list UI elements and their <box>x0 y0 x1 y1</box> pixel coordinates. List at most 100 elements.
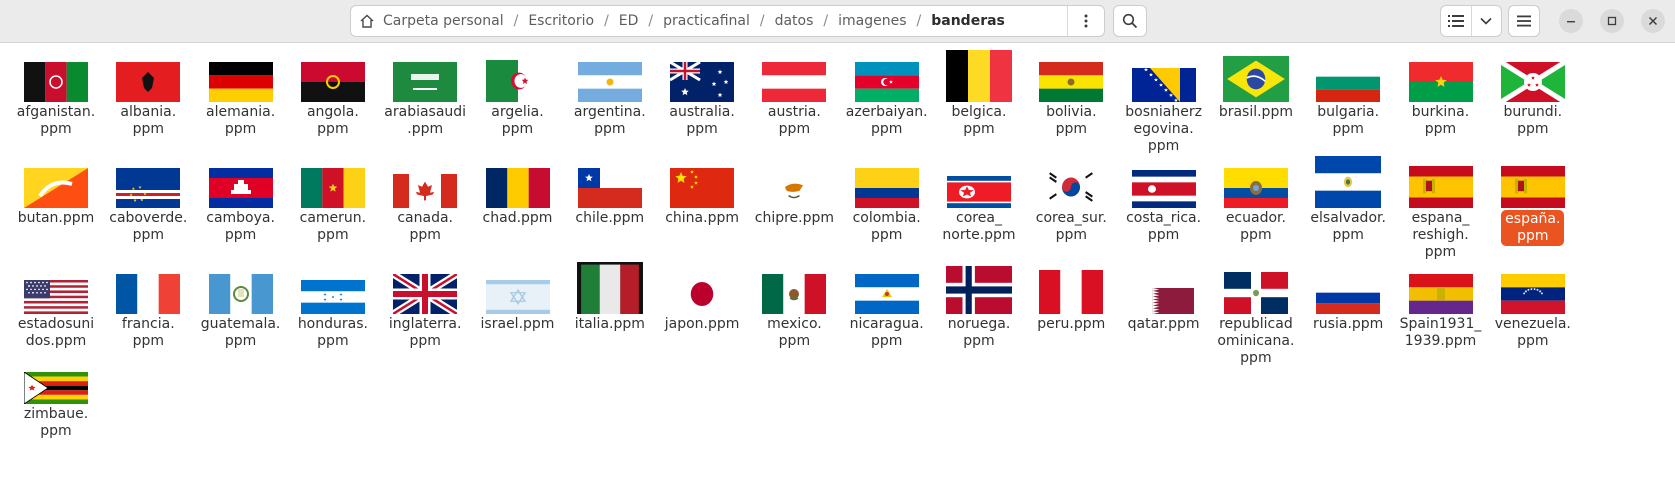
flag-thumbnail <box>376 46 474 102</box>
flag-thumbnail <box>1299 46 1397 102</box>
flag-image <box>670 168 735 208</box>
file-name-text: chad.ppm <box>482 210 553 226</box>
breadcrumb-imagenes[interactable]: imagenes <box>832 13 912 29</box>
file-name-text: albania. ppm <box>120 104 177 137</box>
flag-image <box>300 168 365 208</box>
flag-thumbnail <box>192 152 290 208</box>
file-name: Spain1931_ 1939.ppm <box>1392 316 1490 350</box>
flag-image <box>854 62 919 102</box>
file-name-text: republicad ominicana. ppm <box>1217 316 1295 366</box>
file-name: bosniaherz egovina. ppm <box>1115 104 1213 155</box>
flag-image <box>208 62 273 102</box>
file-name: arabiasaudi .ppm <box>376 104 474 138</box>
flag-thumbnail <box>745 152 843 208</box>
flag-image <box>393 274 458 314</box>
breadcrumb-separator: / <box>513 13 519 29</box>
flag-image <box>765 170 824 208</box>
flag-thumbnail <box>1484 258 1582 314</box>
file-name-text: venezuela. ppm <box>1494 316 1571 349</box>
file-name-text: peru.ppm <box>1037 316 1106 332</box>
flag-thumbnail <box>653 258 751 314</box>
file-name: ecuador. ppm <box>1207 210 1305 244</box>
file-name: honduras. ppm <box>284 316 382 350</box>
flag-thumbnail <box>1392 152 1490 208</box>
flag-thumbnail <box>469 258 567 314</box>
file-name-text: elsalvador. ppm <box>1310 210 1386 243</box>
file-name-text: noruega. ppm <box>947 316 1011 349</box>
file-name: butan.ppm <box>7 210 105 227</box>
minimize-button[interactable] <box>1559 9 1583 33</box>
breadcrumb-ed[interactable]: ED <box>613 13 645 29</box>
main-menu-button[interactable] <box>1508 5 1540 37</box>
breadcrumb-banderas[interactable]: banderas <box>925 13 1011 29</box>
flag-image <box>1500 274 1565 314</box>
path-bar[interactable]: Carpeta personal / Escritorio / ED / pra… <box>350 5 1105 37</box>
hamburger-menu-icon <box>1517 15 1531 27</box>
file-name: brasil.ppm <box>1207 104 1305 121</box>
file-name: argentina. ppm <box>561 104 659 138</box>
flag-image <box>1039 270 1104 314</box>
flag-image <box>1039 62 1104 102</box>
breadcrumb-practicafinal[interactable]: practicafinal <box>657 13 756 29</box>
close-icon <box>1648 16 1658 26</box>
home-icon[interactable] <box>359 13 375 29</box>
file-name-text: arabiasaudi .ppm <box>384 104 467 137</box>
file-name: austria. ppm <box>745 104 843 138</box>
path-menu-button[interactable] <box>1067 6 1104 36</box>
file-name-text: alemania. ppm <box>206 104 276 137</box>
flag-image <box>1131 170 1196 208</box>
close-button[interactable] <box>1641 9 1665 33</box>
flag-thumbnail <box>192 258 290 314</box>
file-name-text: corea_ norte.ppm <box>942 210 1016 243</box>
breadcrumb-home[interactable]: Carpeta personal <box>377 13 510 29</box>
flag-thumbnail <box>376 258 474 314</box>
file-name: chad.ppm <box>469 210 567 227</box>
flag-image <box>24 280 88 314</box>
file-name: afganistan. ppm <box>7 104 105 138</box>
search-button[interactable] <box>1113 5 1147 37</box>
file-name-text: belgica. ppm <box>951 104 1007 137</box>
flag-thumbnail <box>284 152 382 208</box>
breadcrumb-escritorio[interactable]: Escritorio <box>522 13 600 29</box>
flag-image <box>300 62 365 102</box>
flag-thumbnail <box>653 152 751 208</box>
flag-image <box>854 168 919 208</box>
view-options-button[interactable] <box>1470 6 1502 36</box>
flag-thumbnail <box>838 46 936 102</box>
flag-image <box>1223 272 1288 314</box>
file-name-text: bolivia. ppm <box>1046 104 1097 137</box>
file-name: estadosuni dos.ppm <box>7 316 105 350</box>
file-name-text: honduras. ppm <box>297 316 368 349</box>
file-grid[interactable]: afganistan. ppm albania. ppm alemania. ppm… <box>0 44 1675 497</box>
maximize-button[interactable] <box>1600 9 1624 33</box>
file-name: belgica. ppm <box>930 104 1028 138</box>
flag-thumbnail <box>1022 258 1120 314</box>
file-name-text: guatemala. ppm <box>200 316 281 349</box>
breadcrumb-separator: / <box>916 13 922 29</box>
file-name-text: costa_rica. ppm <box>1126 210 1202 243</box>
flag-thumbnail <box>7 258 105 314</box>
file-name-text: burkina. ppm <box>1411 104 1470 137</box>
file-name-text: china.ppm <box>665 210 739 226</box>
flag-image <box>947 176 1011 208</box>
flag-thumbnail <box>376 152 474 208</box>
flag-thumbnail <box>745 46 843 102</box>
file-name: corea_sur. ppm <box>1022 210 1120 244</box>
file-name-text: mexico. ppm <box>767 316 822 349</box>
flag-image <box>1223 168 1288 208</box>
file-name: caboverde. ppm <box>99 210 197 244</box>
flag-image <box>1039 166 1104 208</box>
breadcrumb-separator: / <box>604 13 609 29</box>
file-name-text: austria. ppm <box>767 104 821 137</box>
file-name: burundi. ppm <box>1484 104 1582 138</box>
file-name-text: espana_ reshigh. ppm <box>1411 210 1470 260</box>
file-name-text: nicaragua. ppm <box>849 316 924 349</box>
flag-thumbnail <box>99 258 197 314</box>
flag-image <box>1316 64 1381 102</box>
flag-image <box>762 62 827 102</box>
breadcrumb-datos[interactable]: datos <box>769 13 820 29</box>
flag-image <box>1408 62 1473 102</box>
flag-image <box>485 60 550 102</box>
file-name-text: bosniaherz egovina. ppm <box>1125 104 1202 154</box>
list-view-button[interactable] <box>1441 6 1471 36</box>
